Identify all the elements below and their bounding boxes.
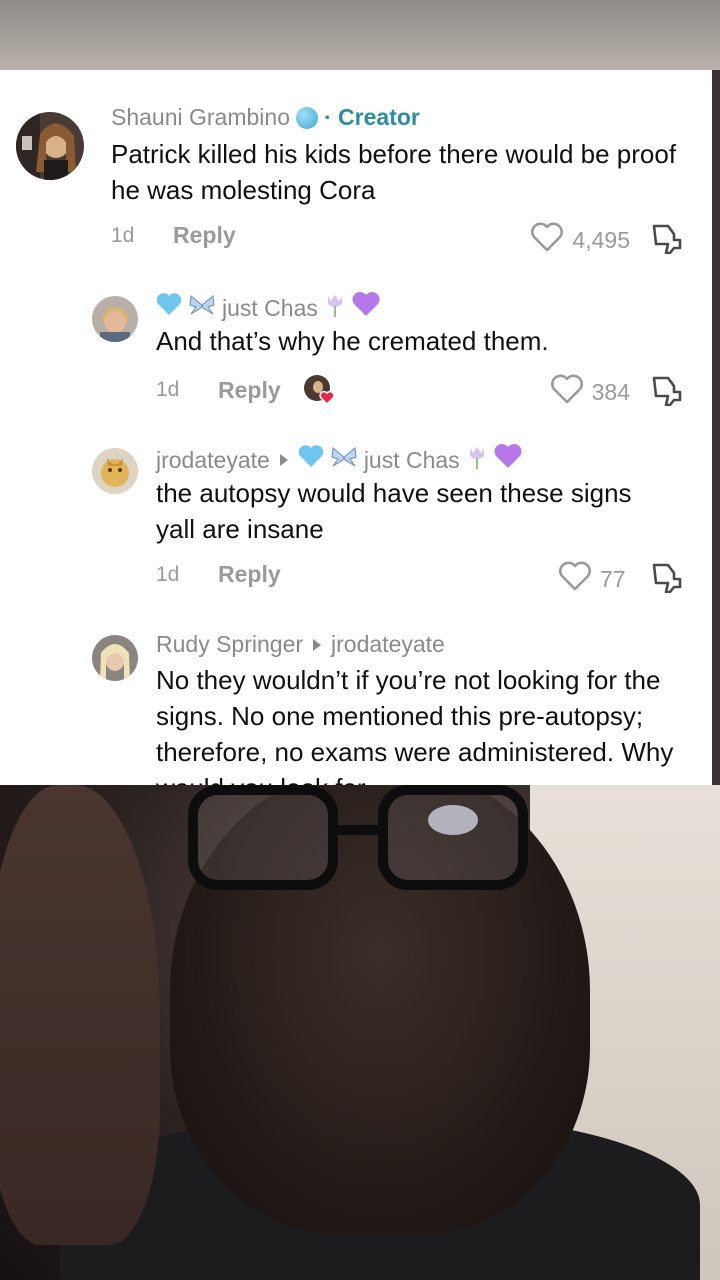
purple-heart-emoji-icon bbox=[494, 444, 522, 476]
purple-heart-emoji-icon bbox=[352, 292, 380, 324]
avatar[interactable] bbox=[92, 448, 138, 494]
like-group: 384 bbox=[550, 372, 684, 412]
comment-time: 1d bbox=[156, 378, 180, 401]
video-player[interactable] bbox=[0, 785, 720, 1280]
lens-reflection bbox=[428, 805, 478, 835]
reply-button[interactable]: Reply bbox=[173, 222, 236, 249]
reply-to-username[interactable]: jrodateyate bbox=[331, 631, 445, 658]
comment-time: 1d bbox=[156, 562, 180, 586]
glasses-lens-left bbox=[188, 785, 338, 890]
comment-username[interactable]: Shauni Grambino · Creator bbox=[111, 104, 420, 131]
heart-outline-icon[interactable] bbox=[550, 373, 584, 411]
username-text[interactable]: just Chas bbox=[222, 295, 318, 322]
butterfly-emoji-icon bbox=[330, 445, 358, 475]
avatar[interactable] bbox=[92, 296, 138, 342]
like-count: 77 bbox=[600, 565, 626, 592]
butterfly-emoji-icon bbox=[188, 293, 216, 323]
tulip-emoji-icon bbox=[324, 292, 346, 324]
video-background-top bbox=[0, 0, 720, 70]
like-group: 4,495 bbox=[530, 220, 684, 260]
comment-meta: 1d Reply bbox=[111, 222, 236, 249]
creator-liked-avatar bbox=[303, 374, 337, 406]
heart-outline-icon[interactable] bbox=[530, 221, 564, 259]
blue-heart-emoji-icon bbox=[156, 293, 182, 323]
dislike-icon[interactable] bbox=[650, 220, 684, 260]
username-text[interactable]: Rudy Springer bbox=[156, 631, 303, 658]
globe-emoji-icon bbox=[296, 106, 318, 129]
comment-text: No they wouldn’t if you’re not looking f… bbox=[156, 665, 674, 785]
comment-meta: 1d Reply bbox=[156, 561, 281, 588]
play-arrow-icon bbox=[279, 454, 288, 466]
like-count: 384 bbox=[591, 378, 630, 405]
comment-text: And that’s why he cremated them. bbox=[156, 326, 549, 356]
dislike-icon[interactable] bbox=[650, 559, 684, 599]
like-group: 77 bbox=[558, 559, 684, 599]
comment-username[interactable]: just Chas bbox=[156, 292, 380, 324]
heart-outline-icon[interactable] bbox=[558, 560, 592, 598]
blue-heart-emoji-icon bbox=[298, 445, 324, 475]
like-count: 4,495 bbox=[572, 226, 630, 253]
comment-text: Patrick killed his kids before there wou… bbox=[111, 139, 677, 205]
tulip-emoji-icon bbox=[466, 444, 488, 476]
avatar[interactable] bbox=[92, 635, 138, 681]
comment-username[interactable]: Rudy Springer jrodateyate bbox=[156, 631, 445, 658]
glasses bbox=[178, 785, 558, 895]
comment-meta: 1d Reply bbox=[156, 374, 337, 406]
comment-time: 1d bbox=[111, 223, 135, 247]
reply-button[interactable]: Reply bbox=[218, 377, 281, 404]
glasses-lens-right bbox=[378, 785, 528, 890]
play-arrow-icon bbox=[313, 638, 322, 651]
comment-username[interactable]: jrodateyate just Chas bbox=[156, 444, 522, 476]
comment-text: the autopsy would have seen these signs … bbox=[156, 478, 632, 544]
reply-button[interactable]: Reply bbox=[218, 561, 281, 588]
username-text[interactable]: Shauni Grambino bbox=[111, 104, 290, 131]
username-text[interactable]: jrodateyate bbox=[156, 447, 270, 474]
reply-to-username[interactable]: just Chas bbox=[364, 447, 460, 474]
comments-panel: Shauni Grambino · Creator Patrick killed… bbox=[0, 70, 712, 785]
person-hand bbox=[0, 785, 160, 1245]
glasses-bridge bbox=[333, 825, 383, 835]
dislike-icon[interactable] bbox=[650, 372, 684, 412]
creator-badge: · Creator bbox=[324, 104, 420, 130]
avatar[interactable] bbox=[16, 112, 84, 180]
